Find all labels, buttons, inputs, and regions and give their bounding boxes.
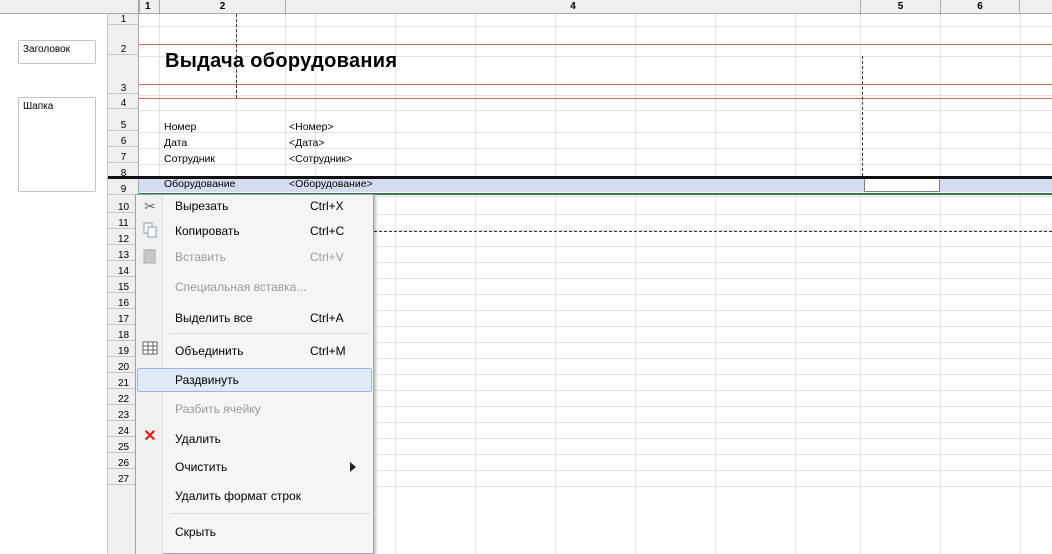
menu-item-label: Раздвинуть xyxy=(175,373,239,387)
active-cell[interactable] xyxy=(864,178,940,192)
row-header-3[interactable]: 3 xyxy=(108,83,139,94)
grid-row-line xyxy=(139,148,1052,149)
menu-item-hide[interactable] xyxy=(137,520,372,544)
field-label-equipment: Оборудование xyxy=(164,178,236,190)
menu-item-label: Выделить все xyxy=(175,311,253,325)
page-break-line xyxy=(374,231,1052,232)
grid-column-line xyxy=(635,14,636,554)
menu-item-shortcut: Ctrl+A xyxy=(310,311,344,325)
menu-item-label: Вставить xyxy=(175,250,226,264)
column-header-2[interactable]: 2 xyxy=(159,0,285,14)
grid-column-line xyxy=(395,14,396,554)
field-label-number: Номер xyxy=(164,121,197,133)
grid-column-line xyxy=(715,14,716,554)
row-header-4[interactable]: 4 xyxy=(108,98,139,109)
group-boundary-line xyxy=(139,44,1052,45)
grid-row-line xyxy=(139,95,1052,96)
group-header-cap[interactable]: Шапка xyxy=(18,97,96,192)
grid-column-line xyxy=(475,14,476,554)
column-header-6[interactable]: 6 xyxy=(940,0,1020,14)
menu-item-clear[interactable] xyxy=(137,455,372,479)
group-label: Заголовок xyxy=(23,44,71,55)
grid-column-line xyxy=(555,14,556,554)
menu-item-label: Удалить формат строк xyxy=(175,489,301,503)
row-header-6[interactable]: 6 xyxy=(108,136,139,147)
grid-row-line xyxy=(139,164,1052,165)
row-header-1[interactable]: 1 xyxy=(108,14,139,25)
field-label-date: Дата xyxy=(164,137,188,149)
grid-column-line xyxy=(1020,14,1021,554)
field-value-employee: <Сотрудник> xyxy=(289,153,353,165)
menu-item-label: Скрыть xyxy=(175,525,216,539)
page-break-line xyxy=(862,56,863,176)
group-boundary-line xyxy=(139,98,1052,99)
group-boundary-line xyxy=(139,84,1052,85)
menu-separator xyxy=(170,513,370,514)
group-header-title[interactable]: Заголовок xyxy=(18,40,96,64)
menu-item-shortcut: Ctrl+C xyxy=(310,224,345,238)
grid-column-line xyxy=(860,14,861,554)
menu-separator xyxy=(170,333,370,334)
column-header-5[interactable]: 5 xyxy=(860,0,940,14)
grid-row-line xyxy=(139,132,1052,133)
selection-border-top xyxy=(108,176,1052,179)
menu-item-label: Объединить xyxy=(175,344,244,358)
group-panel xyxy=(0,14,108,554)
menu-item-label: Вырезать xyxy=(175,199,229,213)
row-header-7[interactable]: 7 xyxy=(108,152,139,163)
menu-item-label: Удалить xyxy=(175,432,221,446)
grid-column-line xyxy=(795,14,796,554)
field-value-date: <Дата> xyxy=(289,137,325,149)
menu-item-label: Разбить ячейку xyxy=(175,402,261,416)
menu-item-label: Копировать xyxy=(175,224,240,238)
field-label-employee: Сотрудник xyxy=(164,153,216,165)
menu-item-shortcut: Ctrl+X xyxy=(310,199,344,213)
column-header-4[interactable]: 4 xyxy=(285,0,860,14)
menu-item-label: Очистить xyxy=(175,460,228,474)
corner-cell[interactable] xyxy=(0,0,139,14)
grid-row-line xyxy=(139,110,1052,111)
menu-item-shortcut: Ctrl+M xyxy=(310,344,346,358)
menu-item-delete[interactable] xyxy=(137,427,372,451)
grid-row-line xyxy=(139,26,1052,27)
column-header-1[interactable]: 1 xyxy=(139,0,159,14)
grid-column-line xyxy=(940,14,941,554)
menu-item-spread[interactable] xyxy=(137,368,372,392)
row-header-2[interactable]: 2 xyxy=(108,44,139,55)
field-value-number: <Номер> xyxy=(289,121,334,133)
menu-item-shortcut: Ctrl+V xyxy=(310,250,344,264)
group-label: Шапка xyxy=(23,101,54,112)
field-value-equipment: <Оборудование> xyxy=(289,178,373,190)
row-header-5[interactable]: 5 xyxy=(108,120,139,131)
menu-item-label: Специальная вставка... xyxy=(175,280,307,294)
page-title: Выдача оборудования xyxy=(165,50,398,72)
submenu-arrow-icon xyxy=(350,462,356,472)
